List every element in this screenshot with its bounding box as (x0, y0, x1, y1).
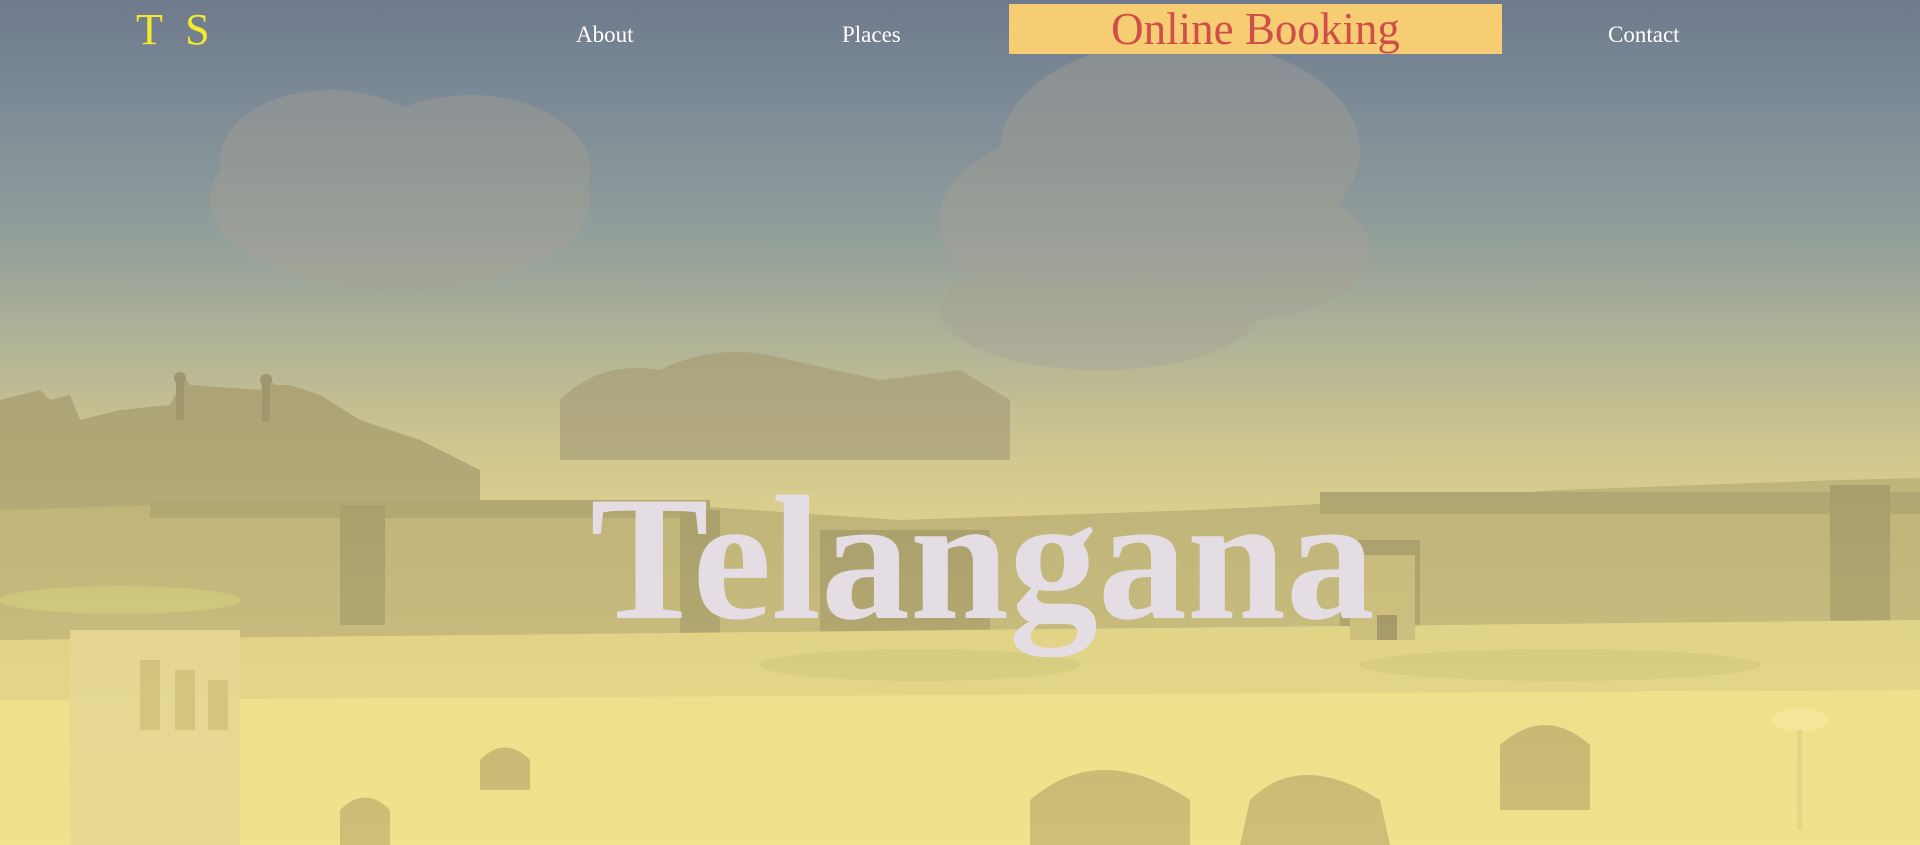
online-booking-button[interactable]: Online Booking (1009, 4, 1502, 54)
top-navigation: T S About Places Online Booking Contact (0, 0, 1920, 60)
hero-title: Telangana (590, 459, 1375, 658)
site-logo[interactable]: T S (136, 4, 216, 55)
nav-link-places[interactable]: Places (842, 22, 901, 48)
hero-section (0, 0, 1920, 845)
nav-link-contact[interactable]: Contact (1608, 22, 1680, 48)
hero-background-image (0, 40, 1920, 845)
nav-link-about[interactable]: About (576, 22, 634, 48)
